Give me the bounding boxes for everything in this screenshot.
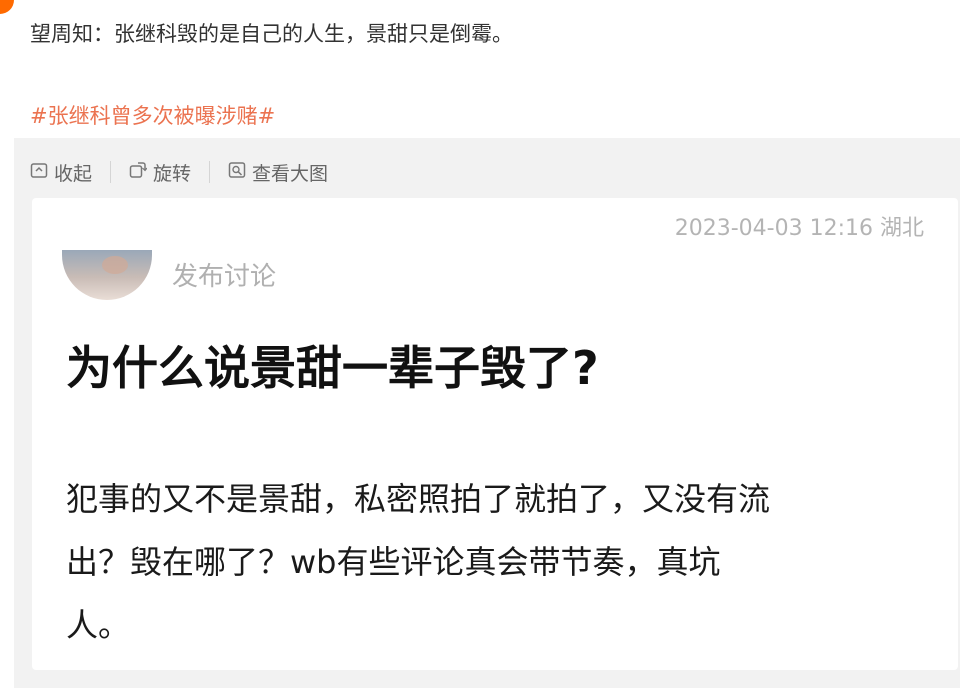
body-line: 犯事的又不是景甜，私密照拍了就拍了，又没有流 xyxy=(66,480,771,518)
image-toolbar: 收起 旋转 查看大图 xyxy=(30,157,328,187)
view-large-button[interactable]: 查看大图 xyxy=(228,159,328,186)
question-title: 为什么说景甜一辈子毁了? xyxy=(66,341,599,395)
body-line: 人。 xyxy=(66,606,131,644)
rotate-icon xyxy=(129,161,153,184)
post-text: 望周知：张继科毁的是自己的人生，景甜只是倒霉。 xyxy=(30,22,513,46)
body-line: 出？毁在哪了？wb有些评论真会带节奏，真坑 xyxy=(66,543,721,581)
hashtag-link[interactable]: #张继科曾多次被曝涉赌# xyxy=(30,100,275,130)
post-timestamp: 2023-04-03 12:16 湖北 xyxy=(674,216,924,241)
screenshot-card[interactable]: 2023-04-03 12:16 湖北 发布讨论 为什么说景甜一辈子毁了? 犯事… xyxy=(32,198,958,670)
collapse-icon xyxy=(30,161,54,184)
rotate-label: 旋转 xyxy=(153,162,192,185)
view-large-icon xyxy=(228,161,252,184)
view-large-label: 查看大图 xyxy=(252,162,329,185)
collapse-label: 收起 xyxy=(54,162,93,185)
avatar xyxy=(62,250,152,300)
collapse-button[interactable]: 收起 xyxy=(30,159,92,186)
question-body: 犯事的又不是景甜，私密照拍了就拍了，又没有流 出？毁在哪了？wb有些评论真会带节… xyxy=(66,468,946,657)
toolbar-divider xyxy=(110,161,112,183)
author-label: 发布讨论 xyxy=(172,262,277,292)
rotate-button[interactable]: 旋转 xyxy=(129,159,191,186)
app-badge-icon xyxy=(0,0,14,14)
toolbar-divider xyxy=(209,161,211,183)
